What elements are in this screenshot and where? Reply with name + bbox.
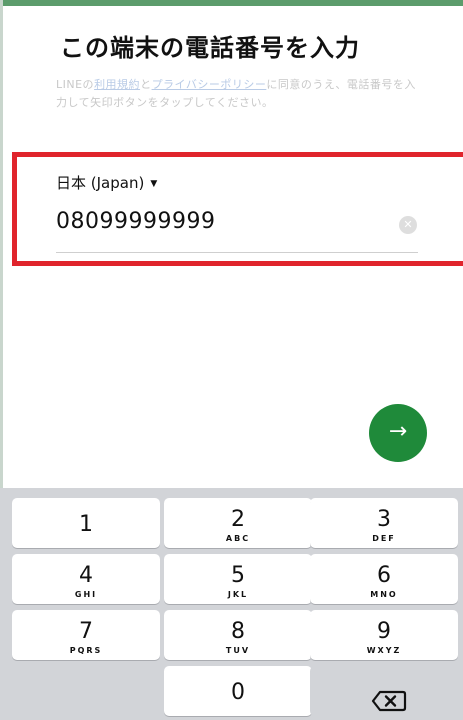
key-2[interactable]: 2 ABC [164, 498, 312, 548]
terms-link[interactable]: 利用規約 [94, 78, 140, 91]
country-label: 日本 (Japan) [56, 174, 145, 192]
key-digit: 4 [79, 563, 93, 588]
key-digit: 0 [231, 680, 245, 705]
key-letters: WXYZ [366, 646, 402, 655]
key-digit: 2 [231, 507, 245, 532]
next-button[interactable]: → [369, 404, 427, 462]
page-title: この端末の電話番号を入力 [60, 34, 360, 62]
key-digit: 8 [231, 619, 245, 644]
phone-number-input[interactable]: 08099999999 [56, 209, 215, 234]
key-digit: 6 [377, 563, 391, 588]
top-accent-bar [0, 0, 463, 6]
key-digit: 7 [79, 619, 93, 644]
key-5[interactable]: 5 JKL [164, 554, 312, 604]
key-digit: 5 [231, 563, 245, 588]
numeric-keypad: 1 2 ABC 3 DEF 4 GHI 5 JKL 6 MNO 7 PQRS 8… [0, 488, 463, 720]
key-letters: MNO [370, 590, 398, 599]
key-blank [12, 666, 160, 716]
key-letters: ABC [225, 534, 251, 543]
country-selector[interactable]: 日本 (Japan) ▼ [56, 172, 157, 193]
phone-input-underline [56, 252, 418, 253]
key-6[interactable]: 6 MNO [310, 554, 458, 604]
key-letters: DEF [372, 534, 396, 543]
key-letters: JKL [227, 590, 249, 599]
key-7[interactable]: 7 PQRS [12, 610, 160, 660]
key-letters: GHI [74, 590, 98, 599]
key-letters: TUV [225, 646, 251, 655]
desc-text-2: と [140, 78, 152, 91]
key-3[interactable]: 3 DEF [310, 498, 458, 548]
chevron-down-icon: ▼ [150, 179, 158, 189]
backspace-icon[interactable] [371, 690, 407, 712]
key-0[interactable]: 0 [164, 666, 312, 716]
key-1[interactable]: 1 [12, 498, 160, 548]
clear-icon[interactable]: ✕ [399, 216, 417, 234]
key-digit: 3 [377, 507, 391, 532]
arrow-right-icon: → [388, 419, 408, 444]
key-digit: 9 [377, 619, 391, 644]
key-digit: 1 [79, 512, 93, 537]
key-letters: PQRS [69, 646, 103, 655]
key-8[interactable]: 8 TUV [164, 610, 312, 660]
key-4[interactable]: 4 GHI [12, 554, 160, 604]
desc-text-1: LINEの [56, 78, 95, 91]
key-9[interactable]: 9 WXYZ [310, 610, 458, 660]
privacy-policy-link[interactable]: プライバシーポリシー [152, 78, 267, 91]
terms-description: LINEの利用規約とプライバシーポリシーに同意のうえ、電話番号を入力して矢印ボタ… [56, 76, 416, 112]
